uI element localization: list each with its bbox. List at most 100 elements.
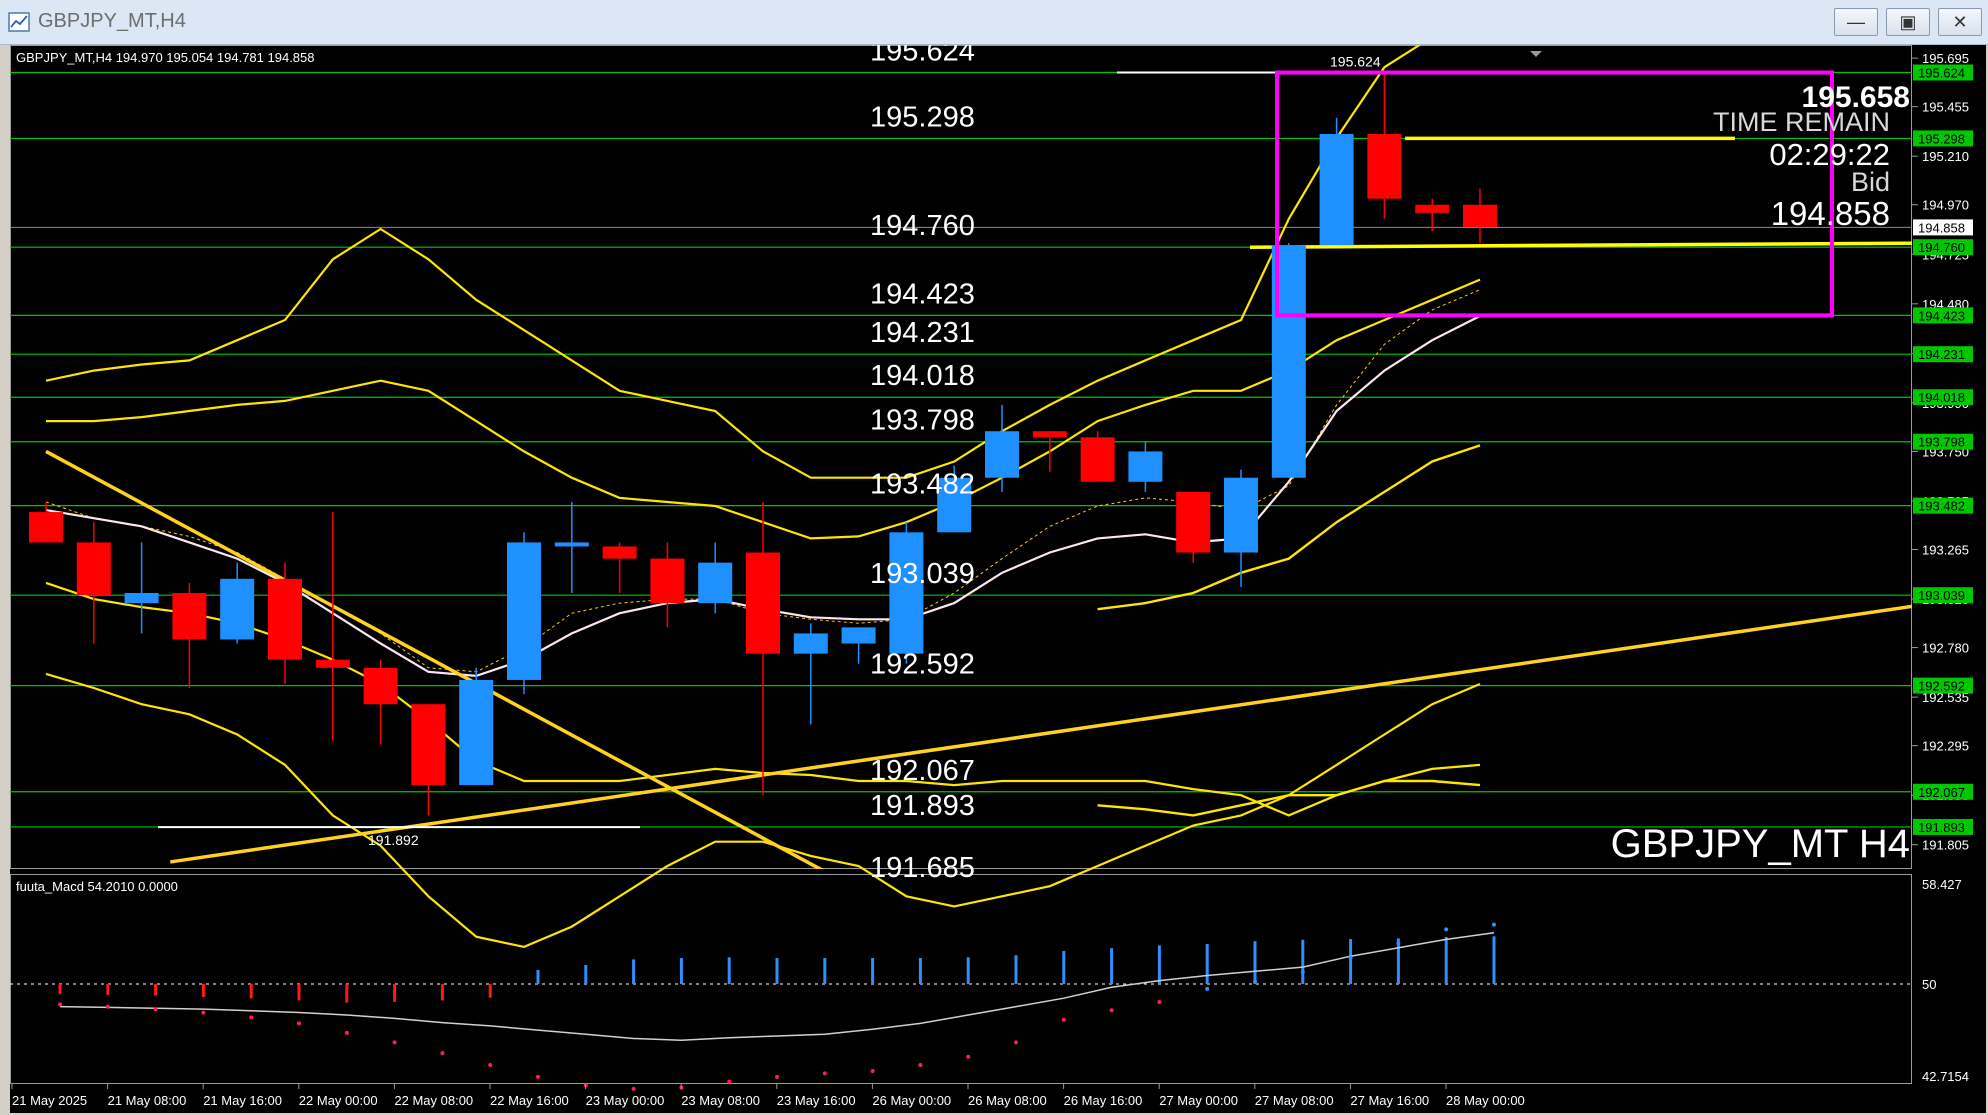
level-value-label: 194.018 <box>870 360 975 392</box>
macd-dot <box>1205 986 1210 991</box>
macd-dot <box>1253 979 1257 984</box>
time-axis-label: 27 May 08:00 <box>1255 1093 1334 1108</box>
upper-band-outer <box>45 45 1422 479</box>
level-value-label: 192.592 <box>870 649 975 681</box>
candle-body <box>124 592 159 604</box>
price-axis-label: 195.210 <box>1922 149 1969 164</box>
window-title: GBPJPY_MT,H4 <box>38 10 186 32</box>
time-axis-label: 21 May 2025 <box>12 1093 87 1108</box>
macd-dot <box>1014 1040 1018 1045</box>
macd-dot <box>822 1071 827 1076</box>
level-price-tag-label: 193.798 <box>1918 435 1965 450</box>
price-axis-label: 193.265 <box>1922 543 1969 558</box>
level-value-label: 194.231 <box>870 317 975 349</box>
macd-dot <box>1157 999 1162 1004</box>
level-value-label: 195.624 <box>870 45 975 68</box>
chart-header: GBPJPY_MT,H4 194.970 195.054 194.781 194… <box>16 50 315 65</box>
candle-body <box>1080 437 1115 482</box>
close-button[interactable]: ✕ <box>1938 8 1982 36</box>
time-axis-label: 21 May 16:00 <box>203 1093 282 1108</box>
candle-body <box>507 542 541 680</box>
time-axis-label: 26 May 08:00 <box>968 1093 1047 1108</box>
macd-dot <box>1492 922 1496 927</box>
level-price-tag-label: 193.039 <box>1918 588 1965 603</box>
time-axis-label: 27 May 16:00 <box>1350 1093 1429 1108</box>
macd-dot <box>775 1074 779 1079</box>
macd-dot <box>344 1030 349 1035</box>
trendline-group <box>45 449 1912 869</box>
price-axis-label: 191.805 <box>1922 838 1969 853</box>
level-price-tag-label: 195.298 <box>1918 131 1965 146</box>
macd-dot <box>1396 941 1401 946</box>
level-price-tag-label: 195.624 <box>1918 66 1965 81</box>
macd-dot <box>153 1007 158 1012</box>
chart-area[interactable]: 195.624 195.298 194.760 194.423 194.231 194.0… <box>10 45 1986 1113</box>
macd-dot <box>1348 955 1353 960</box>
restore-button[interactable]: ▣ <box>1886 8 1930 36</box>
macd-dot <box>918 1063 923 1068</box>
time-axis-label: 28 May 00:00 <box>1446 1093 1525 1108</box>
right-band-lower <box>1097 779 1481 817</box>
level-value-label: 192.067 <box>870 755 975 787</box>
candle-body <box>172 592 207 640</box>
symbol-watermark: GBPJPY_MT H4 <box>1611 822 1910 866</box>
macd-dot <box>727 1079 732 1084</box>
minimize-icon: — <box>1847 12 1865 32</box>
shift-marker <box>1530 51 1542 57</box>
time-axis-label: 26 May 00:00 <box>872 1093 951 1108</box>
level-price-tag-label: 192.592 <box>1918 679 1965 694</box>
chart-window-icon <box>8 12 30 32</box>
candle-body <box>411 704 446 786</box>
window-titlebar: GBPJPY_MT,H4 — ▣ ✕ <box>0 0 1988 45</box>
trendline-falling <box>45 449 824 869</box>
time-axis-label: 22 May 00:00 <box>299 1093 378 1108</box>
level-price-tag-label: 193.482 <box>1918 499 1965 514</box>
level-price-tag-label: 191.893 <box>1918 820 1965 835</box>
macd-dot <box>536 1074 540 1079</box>
minimize-button[interactable]: — <box>1834 8 1878 36</box>
level-value-label: 194.760 <box>870 210 975 242</box>
candle-body <box>363 667 398 705</box>
level-price-tag-label: 194.423 <box>1918 308 1965 323</box>
macd-dot <box>966 1054 971 1059</box>
candle-body <box>1367 133 1402 199</box>
macd-dot <box>297 1021 301 1026</box>
macd-dot <box>488 1063 493 1068</box>
macd-dot <box>1061 1017 1066 1022</box>
terminal-window: GBPJPY_MT,H4 — ▣ ✕ 195.624 195.298 194.760… <box>0 0 1988 1115</box>
level-value-label: 191.685 <box>870 852 975 884</box>
time-remain-label: TIME REMAIN <box>1713 107 1890 137</box>
candle-body <box>841 627 876 644</box>
candle-body <box>1128 451 1163 482</box>
candle-body <box>1176 491 1211 553</box>
macd-dot <box>1300 970 1305 975</box>
price-axis-label: 194.970 <box>1922 198 1969 213</box>
time-axis-label: 23 May 08:00 <box>681 1093 760 1108</box>
candle-body <box>1319 133 1354 246</box>
macd-axis-label: 42.7154 <box>1922 1069 1969 1084</box>
macd-axis-label: 50 <box>1922 977 1936 992</box>
candle-body <box>268 578 302 660</box>
macd-dot <box>249 1015 254 1020</box>
close-icon: ✕ <box>1952 12 1968 32</box>
level-price-tag-label: 192.067 <box>1918 785 1965 800</box>
time-axis-label: 23 May 00:00 <box>586 1093 665 1108</box>
high-marker-label: 195.624 <box>1330 54 1381 70</box>
macd-dot <box>58 1002 62 1007</box>
macd-signal-line <box>59 931 1495 1041</box>
candle-body <box>76 542 111 596</box>
price-axis-label: 192.295 <box>1922 739 1969 754</box>
time-axis-label: 23 May 16:00 <box>777 1093 856 1108</box>
price-chart[interactable]: 195.624 195.298 194.760 194.423 194.231 194.0… <box>10 45 1986 1113</box>
level-price-tag-label: 194.018 <box>1918 390 1965 405</box>
macd-dot <box>631 1086 636 1091</box>
bid-label: Bid <box>1851 167 1890 197</box>
macd-axis-label: 58.427 <box>1922 877 1962 892</box>
time-axis-label: 22 May 08:00 <box>394 1093 473 1108</box>
candle-body <box>315 659 350 668</box>
time-axis-label: 26 May 16:00 <box>1064 1093 1143 1108</box>
restore-icon: ▣ <box>1899 12 1917 32</box>
candle-body <box>650 558 685 604</box>
price-axis-label: 195.695 <box>1922 51 1969 66</box>
level-value-label: 195.298 <box>870 101 975 133</box>
